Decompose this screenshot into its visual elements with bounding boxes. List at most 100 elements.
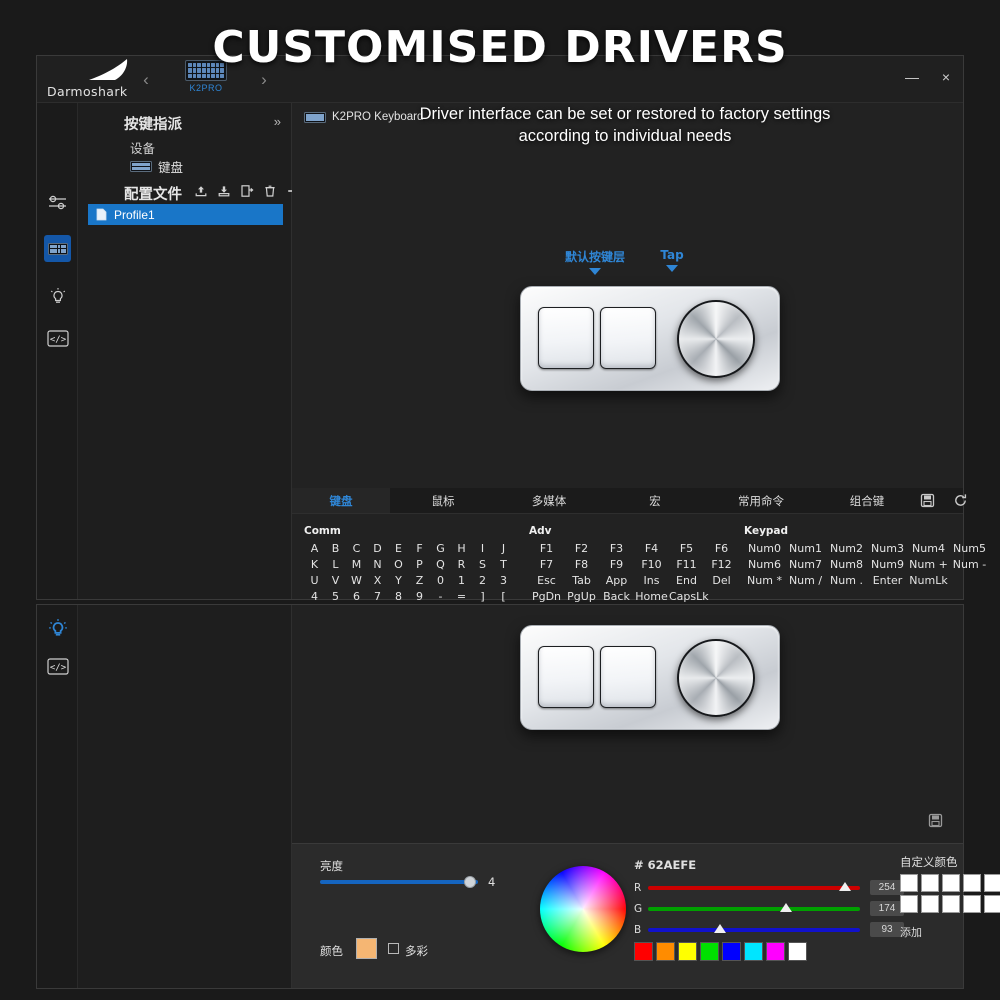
key-button[interactable]: F6 (704, 542, 739, 555)
key-button[interactable]: Num6 (744, 558, 785, 571)
key-button[interactable]: F8 (564, 558, 599, 571)
duplicate-profile-icon[interactable] (240, 184, 254, 198)
key-button[interactable]: 2 (472, 574, 493, 587)
device-preview-2[interactable] (520, 625, 780, 730)
key-button[interactable]: F10 (634, 558, 669, 571)
custom-color-slot[interactable] (921, 874, 939, 892)
key-button[interactable]: U (304, 574, 325, 587)
custom-color-slot[interactable] (984, 874, 1000, 892)
key-button[interactable]: F11 (669, 558, 704, 571)
key-button[interactable]: Back (599, 590, 634, 603)
key-button[interactable]: 3 (493, 574, 514, 587)
key-button[interactable]: M (346, 558, 367, 571)
key-button[interactable]: 4 (304, 590, 325, 603)
key-button[interactable]: F5 (669, 542, 704, 555)
key-button[interactable]: R (451, 558, 472, 571)
custom-color-slot[interactable] (942, 895, 960, 913)
key-button[interactable]: Num2 (826, 542, 867, 555)
key-button[interactable]: V (325, 574, 346, 587)
key-button[interactable]: B (325, 542, 346, 555)
key-button[interactable]: PgUp (564, 590, 599, 603)
key-button[interactable]: Enter (867, 574, 908, 587)
sidebar-item-macro-2[interactable]: </> (44, 653, 71, 680)
key-button[interactable]: ] (472, 590, 493, 603)
key-button[interactable]: 5 (325, 590, 346, 603)
key-button[interactable]: Num9 (867, 558, 908, 571)
keycap-1[interactable] (538, 646, 594, 708)
key-button[interactable]: J (493, 542, 514, 555)
key-button[interactable]: = (451, 590, 472, 603)
key-button[interactable]: 7 (367, 590, 388, 603)
key-button[interactable]: End (669, 574, 704, 587)
key-button[interactable]: F (409, 542, 430, 555)
rgb-channel-slider[interactable] (648, 907, 860, 911)
key-button[interactable]: 8 (388, 590, 409, 603)
rgb-channel-thumb[interactable] (780, 903, 792, 912)
key-button[interactable]: Num3 (867, 542, 908, 555)
sidebar-item-settings[interactable] (44, 189, 71, 216)
key-button[interactable]: NumLk (908, 574, 949, 587)
key-button[interactable]: D (367, 542, 388, 555)
key-button[interactable]: 1 (451, 574, 472, 587)
key-button[interactable]: Num5 (949, 542, 990, 555)
key-button[interactable]: [ (493, 590, 514, 603)
rotary-knob[interactable] (677, 639, 755, 717)
import-profile-icon[interactable] (217, 184, 231, 198)
key-button[interactable]: E (388, 542, 409, 555)
rgb-channel-thumb[interactable] (839, 882, 851, 891)
preset-color-swatch[interactable] (634, 942, 653, 961)
keycap-2[interactable] (600, 646, 656, 708)
key-button[interactable]: F12 (704, 558, 739, 571)
key-button[interactable]: I (472, 542, 493, 555)
key-button[interactable]: - (430, 590, 451, 603)
key-button[interactable]: Del (704, 574, 739, 587)
key-button[interactable]: Num + (908, 558, 949, 571)
key-button[interactable]: Num4 (908, 542, 949, 555)
key-button[interactable]: Ins (634, 574, 669, 587)
delete-profile-icon[interactable] (263, 184, 277, 198)
key-button[interactable]: 9 (409, 590, 430, 603)
key-button[interactable]: X (367, 574, 388, 587)
custom-color-slot[interactable] (942, 874, 960, 892)
key-button[interactable]: L (325, 558, 346, 571)
key-button[interactable]: Num - (949, 558, 990, 571)
custom-color-slot[interactable] (900, 895, 918, 913)
key-button[interactable]: G (430, 542, 451, 555)
key-button[interactable]: Z (409, 574, 430, 587)
key-button[interactable]: Num8 (826, 558, 867, 571)
key-button[interactable]: A (304, 542, 325, 555)
key-button[interactable]: PgDn (529, 590, 564, 603)
key-button[interactable]: K (304, 558, 325, 571)
sidebar-item-lighting-active[interactable] (44, 615, 71, 642)
brightness-slider[interactable] (320, 880, 478, 884)
custom-color-slot[interactable] (963, 895, 981, 913)
key-button[interactable]: F7 (529, 558, 564, 571)
key-button[interactable]: Home (634, 590, 669, 603)
save-lighting-icon[interactable] (928, 813, 943, 833)
key-button[interactable]: Q (430, 558, 451, 571)
key-button[interactable]: F2 (564, 542, 599, 555)
profile-list-item[interactable]: Profile1 (88, 204, 283, 225)
key-button[interactable]: Num . (826, 574, 867, 587)
key-button[interactable]: Esc (529, 574, 564, 587)
sidebar-item-macro[interactable]: </> (44, 325, 71, 352)
custom-color-slot[interactable] (963, 874, 981, 892)
key-button[interactable]: O (388, 558, 409, 571)
preset-color-swatch[interactable] (678, 942, 697, 961)
sidebar-item-lighting[interactable] (44, 283, 71, 310)
rgb-channel-slider[interactable] (648, 886, 860, 890)
preset-color-swatch[interactable] (766, 942, 785, 961)
key-button[interactable]: F1 (529, 542, 564, 555)
color-wheel[interactable] (540, 866, 626, 952)
preset-color-swatch[interactable] (656, 942, 675, 961)
key-button[interactable]: F4 (634, 542, 669, 555)
rgb-channel-slider[interactable] (648, 928, 860, 932)
key-button[interactable]: C (346, 542, 367, 555)
rgb-channel-thumb[interactable] (714, 924, 726, 933)
key-button[interactable]: CapsLk (669, 590, 704, 603)
key-button[interactable]: Num1 (785, 542, 826, 555)
key-button[interactable]: F3 (599, 542, 634, 555)
custom-color-slot[interactable] (900, 874, 918, 892)
multicolor-checkbox[interactable] (388, 943, 399, 954)
preset-color-swatch[interactable] (788, 942, 807, 961)
